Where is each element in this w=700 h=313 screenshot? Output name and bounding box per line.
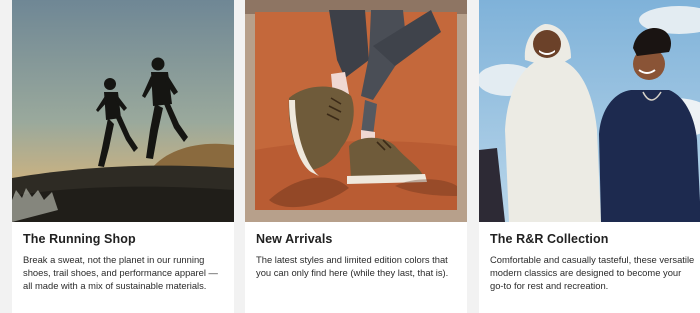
card-title[interactable]: New Arrivals [256,232,332,246]
rr-collection-card[interactable]: The R&R Collection Comfortable and casua… [479,0,700,313]
card-description: Comfortable and casually tasteful, these… [490,254,695,292]
rr-collection-image[interactable] [479,0,700,222]
card-description: The latest styles and limited edition co… [256,254,449,279]
new-arrivals-image[interactable] [245,0,467,222]
running-shop-card[interactable]: The Running Shop Break a sweat, not the … [12,0,234,313]
collections-row: The Running Shop Break a sweat, not the … [0,0,700,313]
running-shop-image[interactable] [12,0,234,222]
card-title[interactable]: The R&R Collection [490,232,608,246]
card-title[interactable]: The Running Shop [23,232,136,246]
card-description: Break a sweat, not the planet in our run… [23,254,218,292]
new-arrivals-card[interactable]: New Arrivals The latest styles and limit… [245,0,467,313]
